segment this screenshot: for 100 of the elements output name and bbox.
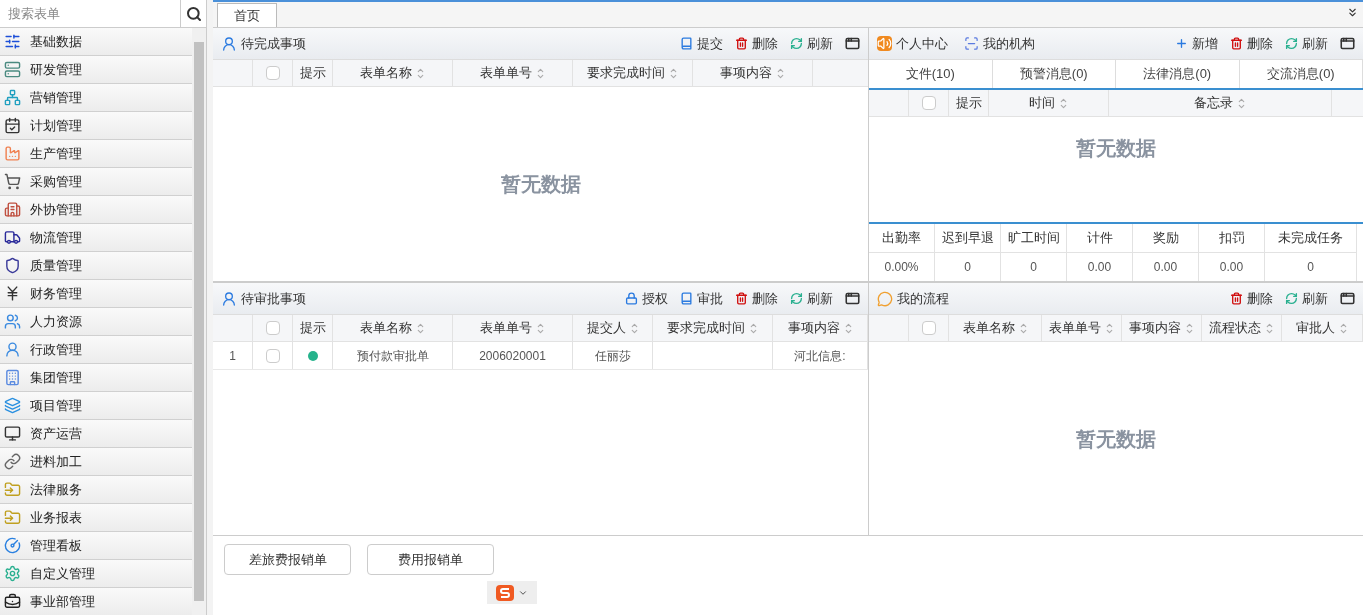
user-icon	[221, 290, 237, 307]
stat-value: 0.00	[1152, 259, 1179, 276]
sidebar-item[interactable]: 资产运营	[0, 420, 192, 448]
stat-label: 迟到早退	[935, 224, 1000, 253]
form-button[interactable]: 费用报销单	[367, 544, 494, 575]
maximize-icon[interactable]	[1340, 291, 1355, 306]
stat-label: 计件	[1067, 224, 1132, 253]
calendar-check-icon	[4, 117, 21, 134]
sidebar-item[interactable]: 计划管理	[0, 112, 192, 140]
search-field[interactable]: 搜索表单	[0, 0, 180, 27]
panel-title[interactable]: 个人中心	[896, 33, 948, 54]
column-header[interactable]: 表单名称	[360, 318, 425, 338]
column-header[interactable]: 表单单号	[480, 63, 545, 83]
panel-title[interactable]: 我的机构	[983, 33, 1035, 54]
checkbox[interactable]	[921, 96, 936, 110]
refresh-button[interactable]: 刷新	[790, 288, 833, 309]
column-header[interactable]: 事项内容	[720, 63, 785, 83]
lock-button[interactable]: 授权	[625, 288, 668, 309]
checkbox[interactable]	[921, 321, 936, 335]
speech-bubble-icon	[877, 290, 893, 307]
building-icon	[4, 201, 21, 218]
delete-button[interactable]: 删除	[735, 288, 778, 309]
sidebar-item[interactable]: 生产管理	[0, 140, 192, 168]
maximize-icon[interactable]	[845, 36, 860, 51]
checkbox[interactable]	[265, 66, 280, 80]
column-header[interactable]: 时间	[1029, 93, 1068, 113]
sidebar-item[interactable]: 进料加工	[0, 448, 192, 476]
plus-icon	[1175, 37, 1188, 50]
ime-toolbar[interactable]	[487, 581, 537, 604]
column-header[interactable]: 要求完成时间	[667, 318, 758, 338]
stat-label: 出勤率	[869, 224, 934, 253]
submit-button[interactable]: 审批	[680, 288, 723, 309]
trash-icon	[1230, 37, 1243, 50]
sidebar-item[interactable]: 业务报表	[0, 504, 192, 532]
tab[interactable]: 首页	[217, 3, 277, 27]
column-header[interactable]: 表单名称	[360, 63, 425, 83]
speaker-icon	[877, 36, 892, 51]
trash-icon	[1230, 292, 1243, 305]
layers-icon	[4, 397, 21, 414]
column-header[interactable]: 提交人	[586, 318, 639, 338]
shield-icon	[4, 257, 21, 274]
column-header: 提示	[299, 64, 326, 83]
sidebar-item[interactable]: 管理看板	[0, 532, 192, 560]
chevron-down-icon[interactable]	[1346, 6, 1359, 19]
sidebar-item[interactable]: 法律服务	[0, 476, 192, 504]
checkbox[interactable]	[265, 348, 280, 363]
delete-button[interactable]: 删除	[1230, 288, 1273, 309]
sidebar-item[interactable]: 集团管理	[0, 364, 192, 392]
tab[interactable]: 法律消息(0)	[1116, 60, 1240, 88]
delete-button[interactable]: 删除	[1230, 33, 1273, 54]
stat-label: 奖励	[1133, 224, 1198, 253]
sidebar-item[interactable]: 行政管理	[0, 336, 192, 364]
tab[interactable]: 交流消息(0)	[1239, 60, 1363, 88]
server-icon	[4, 61, 21, 78]
column-header[interactable]: 要求完成时间	[587, 63, 678, 83]
sidebar-item[interactable]: 采购管理	[0, 168, 192, 196]
sidebar-item[interactable]: 财务管理	[0, 280, 192, 308]
column-header[interactable]: 表单单号	[1049, 318, 1114, 338]
sidebar-item[interactable]: 事业部管理	[0, 588, 192, 615]
column-header[interactable]: 表单单号	[480, 318, 545, 338]
sidebar-item[interactable]: 外协管理	[0, 196, 192, 224]
submit-button[interactable]: 提交	[680, 33, 723, 54]
sidebar-item[interactable]: 自定义管理	[0, 560, 192, 588]
tab[interactable]: 文件(10)	[869, 60, 993, 88]
stat-value: 0	[1306, 259, 1315, 276]
column-header[interactable]: 备忘录	[1194, 93, 1246, 113]
refresh-button[interactable]: 刷新	[790, 33, 833, 54]
add-button[interactable]: 新增	[1175, 33, 1218, 54]
column-header[interactable]: 流程状态	[1209, 318, 1274, 338]
maximize-icon[interactable]	[845, 291, 860, 306]
column-header[interactable]: 事项内容	[1129, 318, 1194, 338]
stat-value: 0.00	[1086, 259, 1113, 276]
refresh-button[interactable]: 刷新	[1285, 288, 1328, 309]
sidebar-item[interactable]: 营销管理	[0, 84, 192, 112]
column-header: 提示	[299, 319, 326, 338]
refresh-icon	[1285, 292, 1298, 305]
column-header[interactable]: 事项内容	[787, 318, 853, 338]
frame-icon	[964, 36, 979, 51]
sidebar-item[interactable]: 基础数据	[0, 28, 192, 56]
sidebar-item[interactable]: 人力资源	[0, 308, 192, 336]
sidebar-item[interactable]: 项目管理	[0, 392, 192, 420]
panel-title: 待完成事项	[241, 34, 306, 53]
column-header[interactable]: 审批人	[1296, 318, 1348, 338]
sidebar-item[interactable]: 物流管理	[0, 224, 192, 252]
tab[interactable]: 预警消息(0)	[992, 60, 1116, 88]
sidebar-item[interactable]: 质量管理	[0, 252, 192, 280]
panel-title: 我的流程	[897, 289, 949, 308]
form-button[interactable]: 差旅费报销单	[224, 544, 351, 575]
column-header: 提示	[955, 94, 982, 113]
table-cell-text: 河北信息:	[794, 347, 846, 365]
checkbox[interactable]	[265, 321, 280, 335]
delete-button[interactable]: 删除	[735, 33, 778, 54]
table-cell-text: 预付款审批单	[356, 347, 429, 365]
scrollbar[interactable]	[192, 28, 206, 615]
refresh-button[interactable]: 刷新	[1285, 33, 1328, 54]
sidebar-item[interactable]: 研发管理	[0, 56, 192, 84]
maximize-icon[interactable]	[1340, 36, 1355, 51]
column-header[interactable]: 表单名称	[962, 318, 1028, 338]
refresh-icon	[1285, 37, 1298, 50]
stat-value: 0	[963, 259, 972, 276]
